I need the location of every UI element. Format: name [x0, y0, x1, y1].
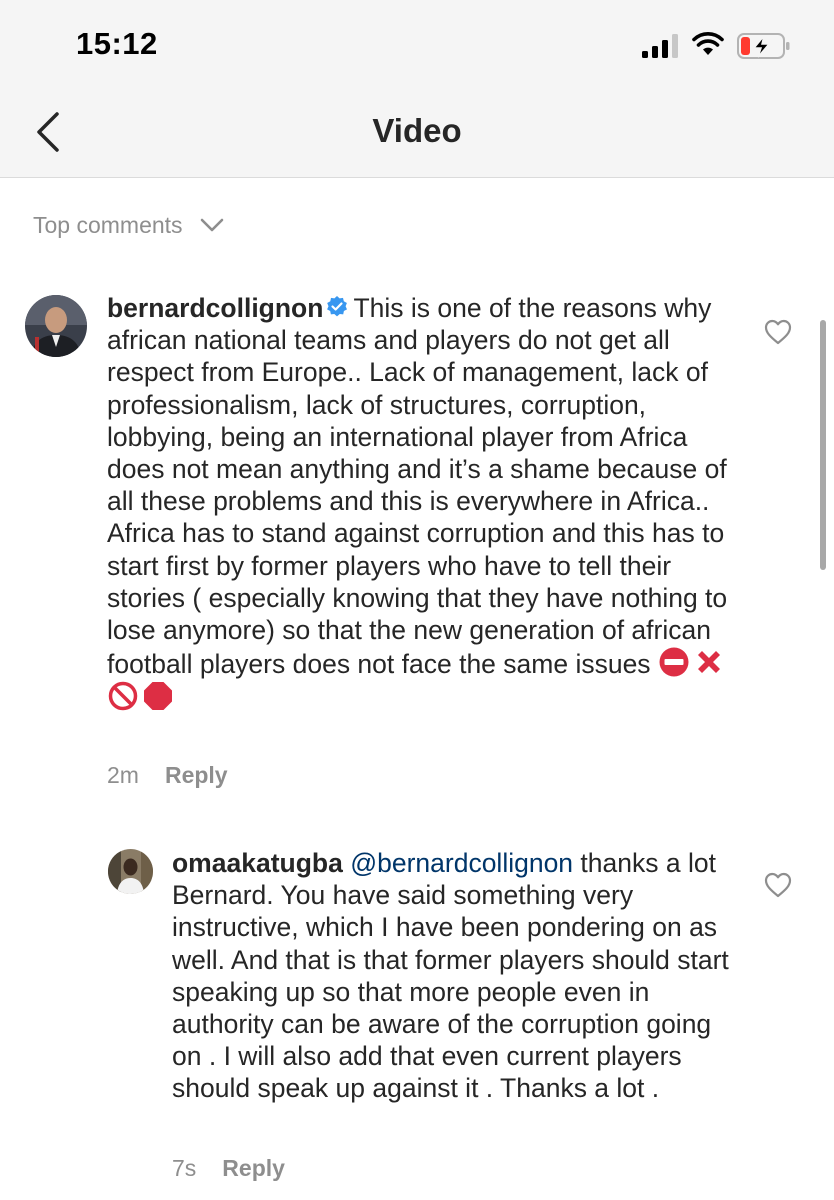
avatar-bernardcollignon[interactable] [25, 295, 87, 357]
cross-mark-emoji-icon [697, 651, 720, 674]
comment-username[interactable]: bernardcollignon [107, 293, 323, 323]
scrollbar[interactable] [820, 320, 826, 570]
wifi-icon [692, 32, 724, 55]
comments-sort-dropdown[interactable]: Top comments [33, 210, 225, 240]
verified-badge-icon [327, 296, 348, 317]
prohibited-emoji-icon [108, 682, 138, 711]
battery-low-charging-icon [737, 33, 790, 59]
comment-body: This is one of the reasons why african n… [107, 293, 728, 680]
comment-bernardcollignon: bernardcollignon This is one of the reaso… [107, 292, 737, 715]
reply-button[interactable]: Reply [165, 762, 228, 789]
avatar-omaakatugba[interactable] [108, 849, 153, 894]
comments-sort-label: Top comments [33, 211, 183, 238]
comment-meta: 2m Reply [107, 762, 228, 789]
comment-omaakatugba: omaakatugba @bernardcollignon thanks a l… [172, 847, 742, 1105]
no-entry-emoji-icon [659, 647, 689, 677]
like-heart-icon[interactable] [764, 319, 792, 345]
page-title: Video [372, 112, 462, 149]
comment-body: thanks a lot Bernard. You have said some… [172, 848, 729, 1104]
stop-sign-emoji-icon [144, 682, 172, 711]
status-time: 15:12 [76, 26, 158, 61]
cellular-signal-icon [642, 34, 678, 58]
comment-timestamp: 7s [172, 1155, 197, 1181]
top-bar: 15:12 Video [0, 0, 834, 178]
comment-username[interactable]: omaakatugba [172, 848, 343, 878]
like-heart-icon[interactable] [764, 872, 792, 898]
comment-mention[interactable]: @bernardcollignon [350, 848, 573, 878]
comment-meta: 7s Reply [172, 1155, 285, 1182]
comment-timestamp: 2m [107, 762, 139, 788]
chevron-down-icon [200, 218, 223, 232]
reply-button[interactable]: Reply [222, 1155, 285, 1182]
